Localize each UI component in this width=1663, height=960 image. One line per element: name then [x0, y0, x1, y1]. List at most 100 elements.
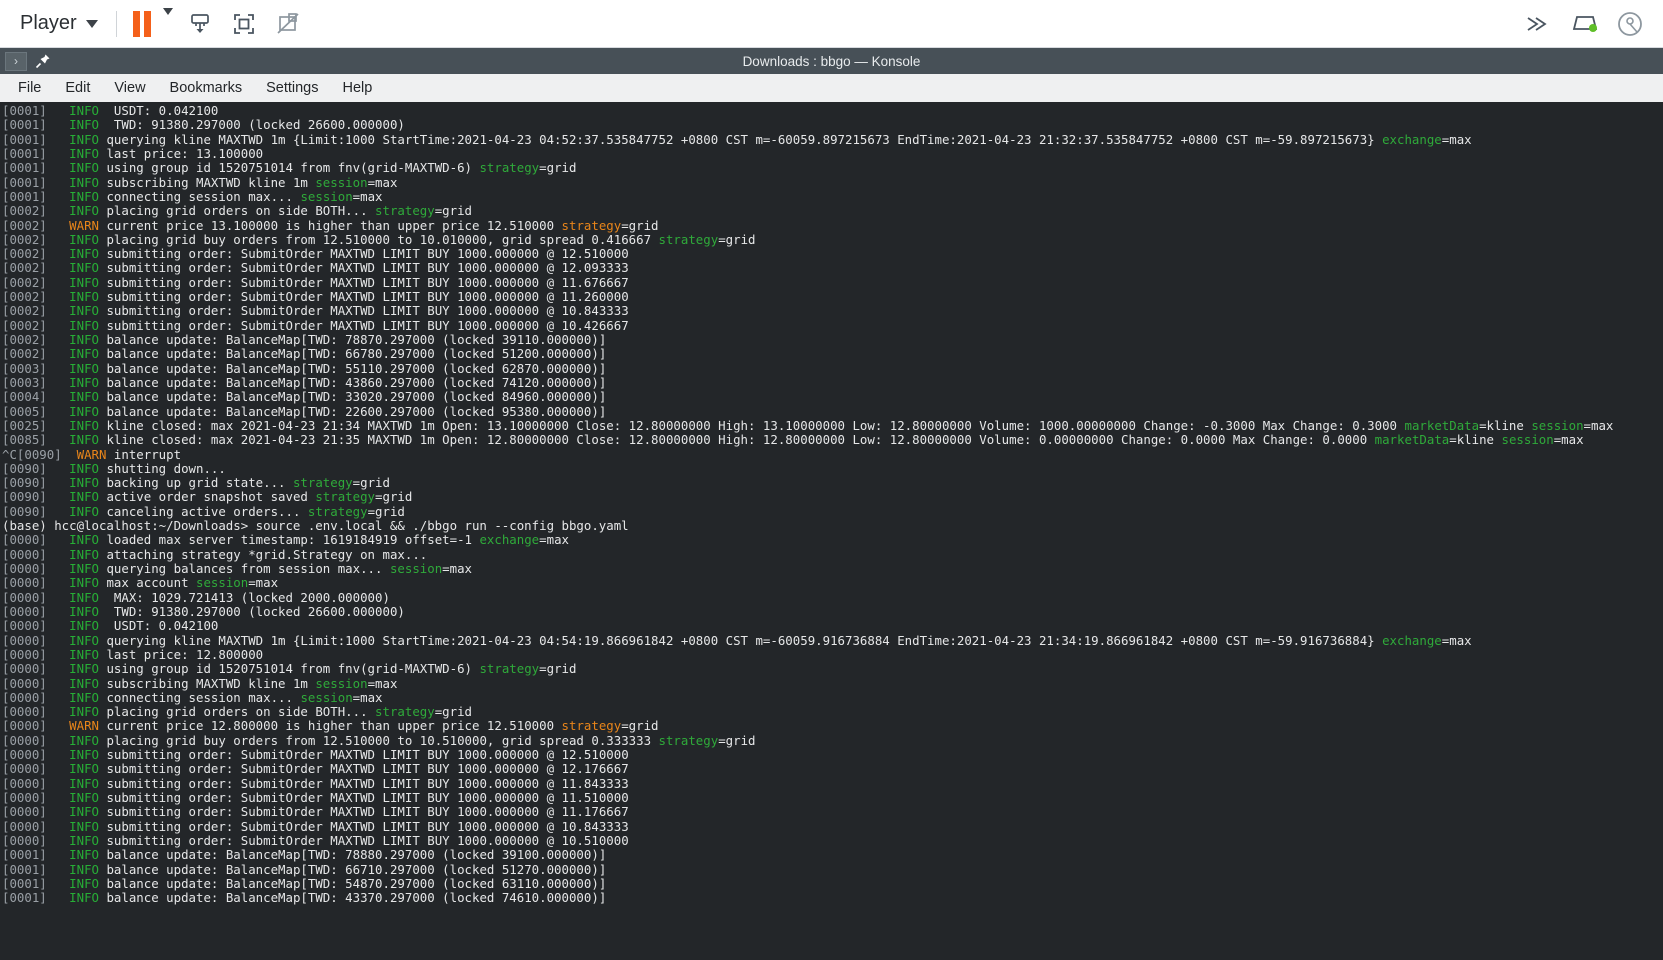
menu-edit[interactable]: Edit	[55, 77, 100, 99]
pause-dropdown-button[interactable]	[162, 7, 173, 33]
log-field-key: strategy	[479, 661, 540, 677]
log-message: kline closed: max 2021-04-23 21:34 MAXTW…	[106, 417, 1405, 433]
log-level: INFO	[69, 317, 99, 333]
log-message: TWD: 91380.297000 (locked 26600.000000)	[106, 117, 405, 133]
log-field-value: =max	[367, 675, 398, 691]
pause-button[interactable]	[129, 9, 155, 39]
menu-settings[interactable]: Settings	[256, 77, 328, 99]
log-field-key: exchange	[1382, 131, 1442, 147]
log-sequence: [0090]	[2, 460, 47, 476]
terminal-log-line: [0001] INFO subscribing MAXTWD kline 1m …	[2, 175, 1663, 190]
pin-icon[interactable]	[35, 53, 51, 69]
log-field-key: exchange	[479, 532, 540, 548]
log-sequence: [0000]	[2, 804, 47, 820]
menu-view[interactable]: View	[104, 77, 155, 99]
chevron-down-icon	[162, 7, 173, 32]
tab-expand-button[interactable]: ›	[5, 51, 27, 71]
log-field-key: strategy	[479, 160, 540, 176]
terminal-log-line: [0001] INFO balance update: BalanceMap[T…	[2, 891, 1663, 905]
log-level: INFO	[69, 389, 99, 405]
log-field-value: =grid	[352, 475, 390, 491]
log-field-key: exchange	[1382, 632, 1442, 648]
log-level: INFO	[69, 160, 99, 176]
log-message: MAX: 1029.721413 (locked 2000.000000)	[106, 589, 390, 605]
terminal-output[interactable]: [0001] INFO USDT: 0.042100 [0001] INFO TW…	[0, 102, 1663, 960]
terminal-log-line: [0002] INFO submitting order: SubmitOrde…	[2, 317, 1663, 333]
log-message: placing grid buy orders from 12.510000 t…	[106, 732, 659, 748]
terminal-log-line: [0002] INFO submitting order: SubmitOrde…	[2, 246, 1663, 261]
disable-overlay-button[interactable]	[271, 7, 305, 41]
log-level: INFO	[69, 260, 99, 276]
log-field-key: strategy	[307, 503, 368, 519]
log-sequence: [0004]	[2, 389, 47, 405]
terminal-log-line: [0005] INFO balance update: BalanceMap[T…	[2, 404, 1663, 419]
log-sequence: [0090]	[2, 475, 47, 491]
log-message: querying kline MAXTWD 1m {Limit:1000 Sta…	[106, 131, 1383, 147]
menubar: File Edit View Bookmarks Settings Help	[0, 74, 1663, 102]
log-message: balance update: BalanceMap[TWD: 55110.29…	[106, 360, 607, 376]
log-field-key: session	[1531, 417, 1584, 433]
log-field-key: session	[315, 675, 368, 691]
log-sequence: [0000]	[2, 603, 47, 619]
log-field-value: =grid	[539, 160, 577, 176]
log-field-key: strategy	[658, 231, 719, 247]
log-field-value: =max	[539, 532, 569, 548]
log-sequence: [0000]	[2, 704, 47, 720]
menu-bookmarks[interactable]: Bookmarks	[160, 77, 253, 99]
terminal-log-line: [0000] INFO TWD: 91380.297000 (locked 26…	[2, 603, 1663, 619]
log-level: INFO	[69, 603, 99, 619]
log-message: submitting order: SubmitOrder MAXTWD LIM…	[106, 818, 629, 834]
log-message: max account	[106, 575, 196, 591]
log-sequence: [0000]	[2, 775, 47, 791]
overflow-button[interactable]	[1523, 13, 1553, 35]
log-sequence: [0000]	[2, 732, 47, 748]
log-level: INFO	[69, 861, 99, 877]
log-field-value: =grid	[367, 503, 405, 519]
log-level: INFO	[69, 632, 99, 648]
log-message: submitting order: SubmitOrder MAXTWD LIM…	[106, 289, 629, 305]
log-level: INFO	[69, 890, 99, 906]
fullscreen-button[interactable]	[227, 7, 261, 41]
log-message: submitting order: SubmitOrder MAXTWD LIM…	[106, 790, 629, 805]
log-message: TWD: 91380.297000 (locked 26600.000000)	[106, 603, 405, 619]
log-level: INFO	[69, 532, 99, 548]
save-frame-button[interactable]	[183, 7, 217, 41]
terminal-log-line: [0000] INFO max account session=max	[2, 576, 1663, 590]
log-field-value: =max	[1583, 417, 1614, 433]
terminal-log-line: [0090] INFO active order snapshot saved …	[2, 490, 1663, 504]
log-field-value: =max	[442, 561, 473, 576]
terminal-log-line: [0001] INFO last price: 13.100000	[2, 146, 1663, 161]
log-message: querying kline MAXTWD 1m {Limit:1000 Sta…	[106, 632, 1383, 648]
player-menu-button[interactable]: Player	[14, 10, 104, 37]
log-message: connecting session max...	[106, 689, 301, 705]
log-field-key: marketData	[1404, 417, 1480, 433]
log-sequence: [0000]	[2, 718, 47, 734]
log-level: INFO	[69, 432, 99, 448]
terminal-log-line: [0000] INFO loaded max server timestamp:…	[2, 533, 1663, 547]
log-level: INFO	[69, 689, 99, 705]
log-field-value: =grid	[718, 732, 756, 748]
log-sequence: [0002]	[2, 303, 47, 319]
terminal-log-line: [0000] INFO subscribing MAXTWD kline 1m …	[2, 675, 1663, 691]
display-status-button[interactable]	[1569, 11, 1599, 37]
log-level: INFO	[69, 131, 99, 147]
menu-file[interactable]: File	[8, 77, 51, 99]
menu-help[interactable]: Help	[332, 77, 382, 99]
terminal-log-line: [0000] INFO submitting order: SubmitOrde…	[2, 833, 1663, 848]
log-level: INFO	[69, 546, 99, 562]
log-level: INFO	[69, 274, 99, 290]
log-level: INFO	[69, 646, 99, 662]
log-sequence: [0090]	[2, 489, 47, 505]
terminal-log-line: [0085] INFO kline closed: max 2021-04-23…	[2, 433, 1663, 447]
log-sequence: [0001]	[2, 875, 47, 891]
log-message: balance update: BalanceMap[TWD: 54870.29…	[106, 875, 607, 891]
record-button[interactable]	[1615, 9, 1645, 39]
konsole-window: › Downloads : bbgo — Konsole File Edit V…	[0, 48, 1663, 960]
terminal-log-line: [0001] INFO using group id 1520751014 fr…	[2, 161, 1663, 175]
log-field-value: =grid	[621, 217, 659, 233]
log-field-value: =kline	[1449, 432, 1495, 448]
log-message: balance update: BalanceMap[TWD: 66780.29…	[106, 346, 607, 362]
terminal-log-line: [0000] INFO submitting order: SubmitOrde…	[2, 775, 1663, 791]
log-sequence: [0000]	[2, 747, 47, 763]
log-sequence: [0000]	[2, 532, 47, 548]
